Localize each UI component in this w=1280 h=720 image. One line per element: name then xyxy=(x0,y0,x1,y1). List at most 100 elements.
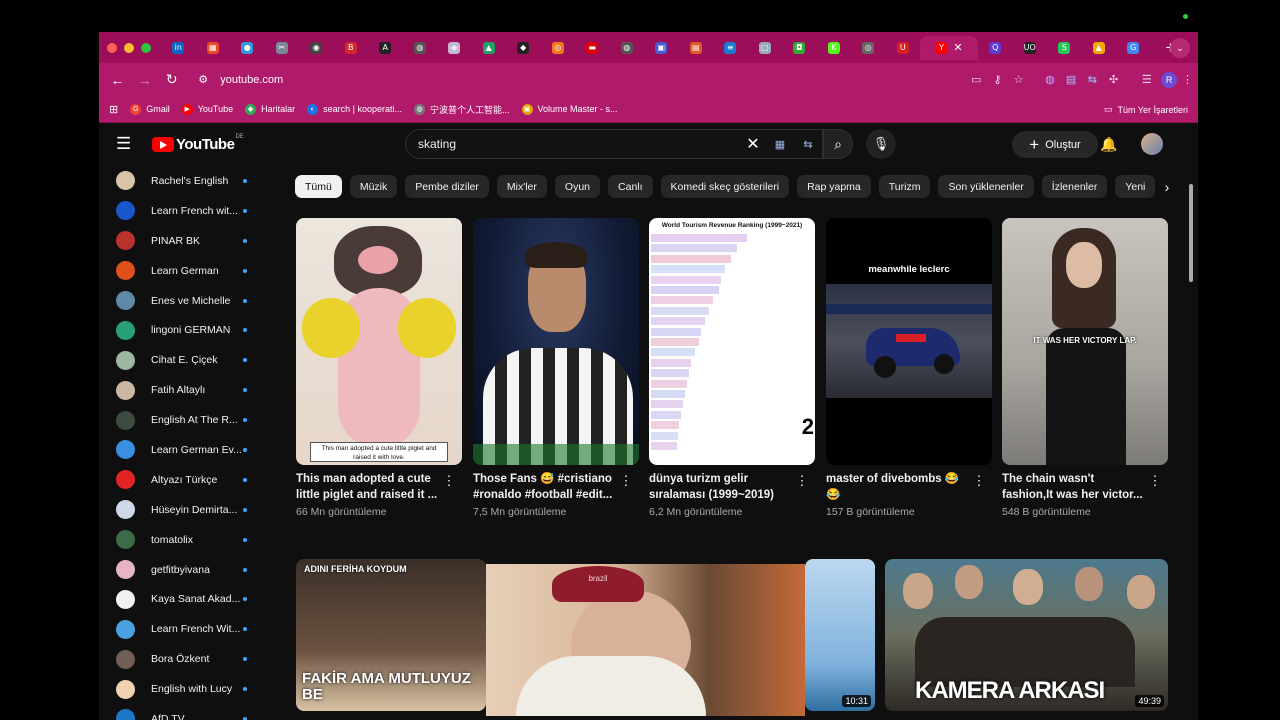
apps-grid-icon[interactable]: ⊞ xyxy=(109,103,118,116)
all-bookmarks-button[interactable]: ▭ Tüm Yer İşaretleri xyxy=(1104,104,1188,115)
browser-tab[interactable]: Q xyxy=(978,36,1013,60)
bookmark-item[interactable]: ▶ YouTube xyxy=(181,103,233,115)
sidebar-subscription[interactable]: Enes ve Michelle xyxy=(99,286,259,316)
close-window-button[interactable] xyxy=(107,42,117,53)
sidebar-subscription[interactable]: English At The R... xyxy=(99,405,259,435)
browser-tab[interactable]: ✂ xyxy=(265,36,300,60)
account-avatar[interactable] xyxy=(1141,133,1163,155)
video-thumbnail[interactable]: 10:31 xyxy=(805,559,875,711)
back-icon[interactable]: ← xyxy=(105,72,130,88)
sidebar-subscription[interactable]: Rachel's English xyxy=(99,166,259,196)
reading-list-icon[interactable]: ☰ xyxy=(1136,70,1157,90)
browser-tab[interactable]: ● xyxy=(230,36,265,60)
search-box[interactable]: skating ✕ ▦ ⇆ xyxy=(405,129,823,159)
more-options-icon[interactable]: ⋮ xyxy=(442,474,456,488)
browser-tab[interactable]: ▣ xyxy=(644,36,679,60)
browser-tab[interactable]: S xyxy=(1047,36,1082,60)
sidebar-subscription[interactable]: Fatih Altaylı xyxy=(99,375,259,405)
sidebar-subscription[interactable]: English with Lucy xyxy=(99,674,259,704)
browser-tab[interactable]: ◉ xyxy=(299,36,334,60)
extensions-puzzle-icon[interactable]: ✣ xyxy=(1103,70,1124,90)
more-options-icon[interactable]: ⋮ xyxy=(1148,474,1162,488)
address-bar[interactable]: ⚙ youtube.com xyxy=(188,67,853,93)
short-thumbnail[interactable] xyxy=(473,218,639,465)
browser-tab[interactable]: ◍ xyxy=(610,36,645,60)
short-title[interactable]: Those Fans 😅 #cristiano #ronaldo #footba… xyxy=(473,471,615,503)
browser-tab[interactable]: A xyxy=(368,36,403,60)
page-scrollbar[interactable] xyxy=(1189,184,1193,282)
extension-icon[interactable]: ◍ xyxy=(1039,70,1060,90)
browser-tab[interactable]: ◎ xyxy=(851,36,886,60)
sidebar-subscription[interactable]: AfD TV xyxy=(99,704,259,720)
short-card[interactable]: meanwhile leclerc master of divebombs 😂 … xyxy=(826,218,992,518)
sidebar-subscription[interactable]: Cihat E. Çiçek xyxy=(99,345,259,375)
browser-tab[interactable]: ≡ xyxy=(713,36,748,60)
browser-tab[interactable]: ▲ xyxy=(1082,36,1117,60)
hamburger-menu-icon[interactable]: ☰ xyxy=(116,134,136,154)
browser-tab[interactable]: ▲ xyxy=(472,36,507,60)
browser-tab[interactable]: ◈ xyxy=(437,36,472,60)
sidebar-subscription[interactable]: Learn French wit... xyxy=(99,196,259,226)
more-options-icon[interactable]: ⋮ xyxy=(972,474,986,488)
minimize-window-button[interactable] xyxy=(124,42,134,53)
profile-avatar[interactable]: R xyxy=(1161,71,1177,88)
browser-tab[interactable]: U xyxy=(886,36,921,60)
filter-chip[interactable]: Tümü xyxy=(295,175,342,198)
browser-tab[interactable]: ◍ xyxy=(403,36,438,60)
cast-icon[interactable]: ▭ xyxy=(966,70,987,90)
filter-chip[interactable]: Mix'ler xyxy=(496,175,547,198)
more-options-icon[interactable]: ⋮ xyxy=(619,474,633,488)
short-thumbnail[interactable]: meanwhile leclerc xyxy=(826,218,992,465)
filter-chip[interactable]: İzlenenler xyxy=(1041,175,1108,198)
youtube-logo[interactable]: YouTube DE xyxy=(152,134,244,153)
filter-chip[interactable]: Canlı xyxy=(608,175,653,198)
browser-tab[interactable]: ▤ xyxy=(679,36,714,60)
short-title[interactable]: dünya turizm gelir sıralaması (1999~2019… xyxy=(649,471,791,503)
browser-tab[interactable]: K xyxy=(817,36,852,60)
video-thumbnail[interactable]: KAMERA ARKASI 49:39 xyxy=(885,559,1168,711)
short-title[interactable]: This man adopted a cute little piglet an… xyxy=(296,471,438,503)
keyboard-icon[interactable]: ▦ xyxy=(766,138,794,151)
sidebar-subscription[interactable]: tomatolix xyxy=(99,525,259,555)
browser-tab[interactable]: B xyxy=(334,36,369,60)
filter-chip[interactable]: Turizm xyxy=(878,175,931,198)
filter-chip[interactable]: Oyun xyxy=(554,175,601,198)
sidebar-subscription[interactable]: Learn French Wit... xyxy=(99,614,259,644)
browser-tab[interactable]: UO xyxy=(1013,36,1048,60)
site-info-icon[interactable]: ⚙ xyxy=(198,73,214,86)
browser-tab[interactable]: ◆ xyxy=(506,36,541,60)
filter-chip[interactable]: Pembe diziler xyxy=(405,175,489,198)
more-options-icon[interactable]: ⋮ xyxy=(795,474,809,488)
sidebar-subscription[interactable]: Bora Özkent xyxy=(99,644,259,674)
forward-icon[interactable]: → xyxy=(132,72,157,88)
sidebar-subscription[interactable]: getfitbyivana xyxy=(99,555,259,585)
short-card[interactable]: Those Fans 😅 #cristiano #ronaldo #footba… xyxy=(473,218,639,518)
chevron-right-icon[interactable]: › xyxy=(1155,175,1179,199)
short-card[interactable]: IT WAS HER VICTORY LAP. The chain wasn't… xyxy=(1002,218,1168,518)
bookmark-item[interactable]: ◆ Haritalar xyxy=(245,103,295,115)
bookmark-item[interactable]: ▣ Volume Master - s... xyxy=(521,103,618,115)
close-tab-icon[interactable]: ✕ xyxy=(953,41,962,54)
filter-chip[interactable]: Rap yapma xyxy=(797,175,871,198)
filter-chip[interactable]: Son yüklenenler xyxy=(938,175,1034,198)
short-thumbnail[interactable]: World Tourism Revenue Ranking (1999~2021… xyxy=(649,218,815,465)
tab-search-button[interactable]: ⌄ xyxy=(1170,38,1190,58)
browser-tab[interactable]: ▢ xyxy=(748,36,783,60)
sidebar-subscription[interactable]: Learn German xyxy=(99,256,259,286)
filter-chip[interactable]: Komedi skeç gösterileri xyxy=(660,175,790,198)
sidebar-subscription[interactable]: Kaya Sanat Akad... xyxy=(99,584,259,614)
sidebar-subscription[interactable]: Altyazı Türkçe xyxy=(99,465,259,495)
browser-tab[interactable]: ▦ xyxy=(196,36,231,60)
sidebar-subscription[interactable]: PINAR BK xyxy=(99,226,259,256)
browser-tab[interactable]: ◘ xyxy=(782,36,817,60)
maximize-window-button[interactable] xyxy=(141,42,151,53)
active-tab[interactable]: Y ✕ xyxy=(920,35,978,60)
reload-icon[interactable]: ↻ xyxy=(159,71,184,88)
more-menu-icon[interactable]: ⋮ xyxy=(1177,70,1198,90)
search-input[interactable]: skating xyxy=(418,137,740,151)
video-thumbnail[interactable]: ADINI FERİHA KOYDUM FAKİR AMA MUTLUYUZ B… xyxy=(296,559,486,711)
filter-chip[interactable]: Müzik xyxy=(349,175,398,198)
bookmark-item[interactable]: ◐ search | kooperati... xyxy=(307,103,402,115)
password-key-icon[interactable]: ⚷ xyxy=(987,70,1008,90)
bookmark-item[interactable]: G Gmail xyxy=(130,103,170,115)
